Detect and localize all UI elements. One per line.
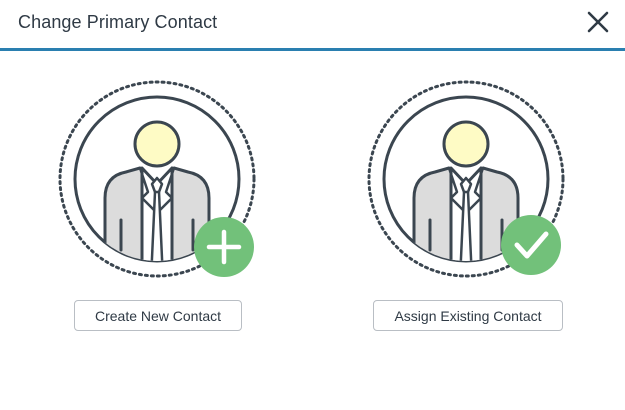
checkmark-icon (501, 215, 561, 275)
dialog-header: Change Primary Contact (0, 0, 625, 51)
person-add-icon[interactable] (58, 80, 258, 280)
assign-existing-contact-button[interactable]: Assign Existing Contact (373, 300, 563, 331)
close-icon[interactable] (587, 11, 609, 33)
change-primary-contact-dialog: Change Primary Contact Create New Contac… (0, 0, 625, 410)
person-check-icon[interactable] (367, 80, 567, 280)
create-contact-option: Create New Contact (58, 80, 258, 340)
plus-icon (194, 217, 254, 277)
assign-contact-option: Assign Existing Contact (367, 80, 567, 340)
create-new-contact-button[interactable]: Create New Contact (74, 300, 242, 331)
dialog-title: Change Primary Contact (18, 12, 218, 32)
